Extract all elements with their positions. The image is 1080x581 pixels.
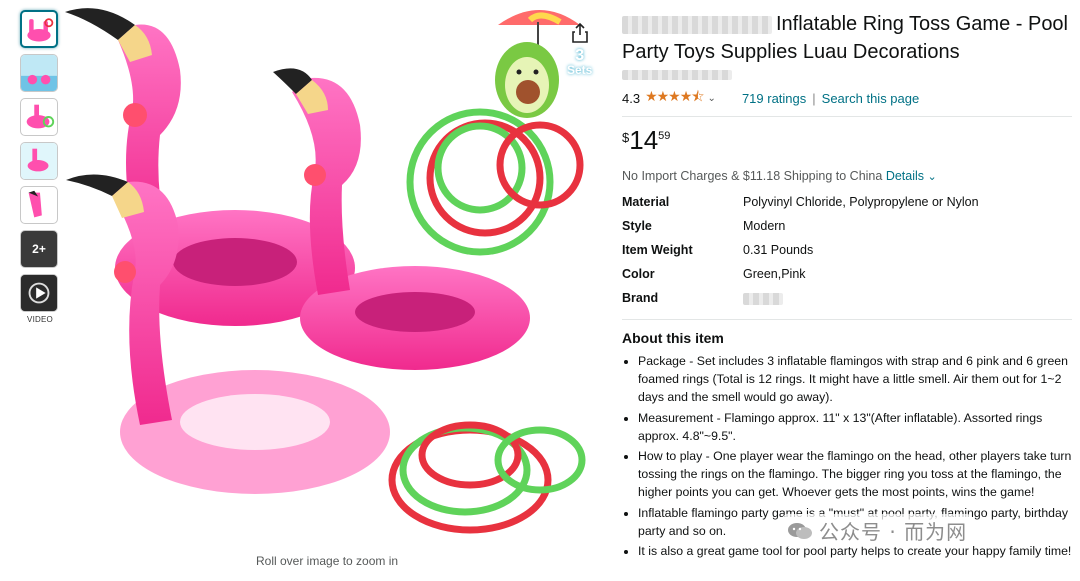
watermark-text: 公众号 · 而为网 (819, 520, 968, 544)
spec-row: Brand (622, 287, 979, 311)
about-heading: About this item (622, 330, 724, 346)
price: $ 14 59 (622, 127, 1072, 153)
spec-value: Green,Pink (743, 267, 806, 281)
spec-row: Style Modern (622, 215, 979, 239)
spec-key: Style (622, 219, 652, 233)
search-page-link[interactable]: Search this page (822, 91, 920, 106)
thumbnail-5[interactable] (20, 186, 58, 224)
thumbnail-3[interactable] (20, 98, 58, 136)
spec-row: Material Polyvinyl Chloride, Polypropylen… (622, 191, 979, 215)
shipping-info: No Import Charges & $11.18 Shipping to C… (622, 169, 1072, 183)
sets-badge: 3 Sets (567, 47, 593, 77)
ratings-count-link[interactable]: 719 ratings (742, 91, 806, 106)
shipping-text: No Import Charges & $11.18 Shipping to C… (622, 169, 883, 183)
spec-key: Brand (622, 291, 659, 305)
star-rating-icon[interactable]: ★★★★⯪ (645, 86, 704, 110)
spec-key: Item Weight (622, 243, 693, 257)
video-label: VIDEO (27, 315, 53, 324)
divider (622, 116, 1072, 117)
spec-table: Material Polyvinyl Chloride, Polypropylen… (622, 191, 979, 311)
main-product-image[interactable] (60, 0, 605, 545)
spec-row: Color Green,Pink (622, 263, 979, 287)
spec-key: Material (622, 195, 670, 209)
spec-key: Color (622, 267, 655, 281)
wechat-icon (788, 522, 812, 539)
rating-row: 4.3 ★★★★⯪ ⌄ 719 ratings | Search this pa… (622, 86, 1072, 110)
bullet-item: How to play - One player wear the flamin… (638, 447, 1072, 502)
brand-blur (622, 15, 772, 34)
product-title: Inflatable Ring Toss Game - Pool Party T… (622, 10, 1072, 66)
zoom-hint: Roll over image to zoom in (256, 554, 399, 568)
shipping-details-link[interactable]: Details (886, 169, 924, 183)
thumbnail-more[interactable]: 2+ (20, 230, 58, 268)
price-symbol: $ (622, 130, 630, 145)
watermark: 公众号 · 而为网 (783, 514, 972, 547)
divider (622, 319, 1072, 320)
rating-value: 4.3 (622, 90, 641, 106)
spec-value: Polyvinyl Chloride, Polypropylene or Nyl… (743, 195, 979, 209)
badge-number: 3 (575, 47, 585, 64)
spec-value (743, 287, 979, 311)
store-link-blur[interactable] (622, 70, 732, 80)
spec-row: Item Weight 0.31 Pounds (622, 239, 979, 263)
bullet-item: Measurement - Flamingo approx. 11" x 13"… (638, 409, 1072, 445)
thumbnail-2[interactable] (20, 54, 58, 92)
thumbnail-1[interactable] (20, 10, 58, 48)
separator: | (812, 90, 816, 106)
spec-value: Modern (743, 219, 786, 233)
price-fraction: 59 (658, 130, 671, 142)
thumbnail-strip: 2+ VIDEO (20, 10, 60, 324)
brand-value-blur (743, 292, 783, 305)
product-details: Inflatable Ring Toss Game - Pool Party T… (622, 10, 1072, 562)
chevron-down-icon[interactable]: ⌄ (928, 171, 937, 183)
thumbnail-4[interactable] (20, 142, 58, 180)
chevron-down-icon[interactable]: ⌄ (708, 93, 716, 104)
price-whole: 14 (629, 125, 659, 155)
more-count: 2+ (32, 242, 46, 256)
spec-value: 0.31 Pounds (743, 243, 814, 257)
thumbnail-video[interactable] (20, 274, 58, 312)
bullet-item: Package - Set includes 3 inflatable flam… (638, 352, 1072, 407)
share-icon[interactable] (570, 22, 590, 44)
badge-text: Sets (567, 63, 593, 77)
